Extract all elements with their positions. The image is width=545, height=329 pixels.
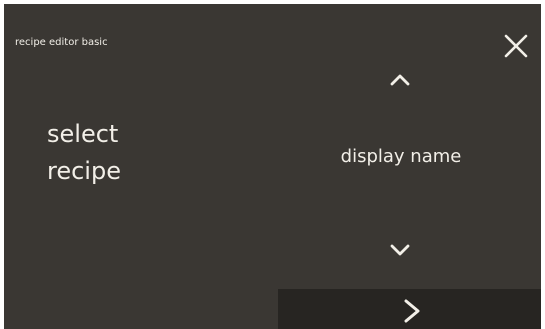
recipe-value-label: display name: [340, 146, 462, 167]
scroll-down-button[interactable]: [385, 239, 415, 261]
chevron-up-icon: [390, 74, 410, 86]
heading-line-2: recipe: [47, 157, 121, 185]
page-heading: select recipe: [47, 116, 121, 190]
chevron-down-icon: [390, 244, 410, 256]
screen-title: recipe editor basic: [15, 37, 108, 48]
heading-line-1: select: [47, 120, 119, 148]
recipe-editor-screen: recipe editor basic select recipe displa…: [4, 4, 541, 329]
chevron-right-icon: [404, 299, 420, 323]
close-button[interactable]: [503, 33, 529, 59]
scroll-up-button[interactable]: [385, 69, 415, 91]
close-icon: [504, 34, 528, 58]
next-icon-wrap: [401, 297, 423, 325]
next-button[interactable]: [278, 289, 541, 329]
